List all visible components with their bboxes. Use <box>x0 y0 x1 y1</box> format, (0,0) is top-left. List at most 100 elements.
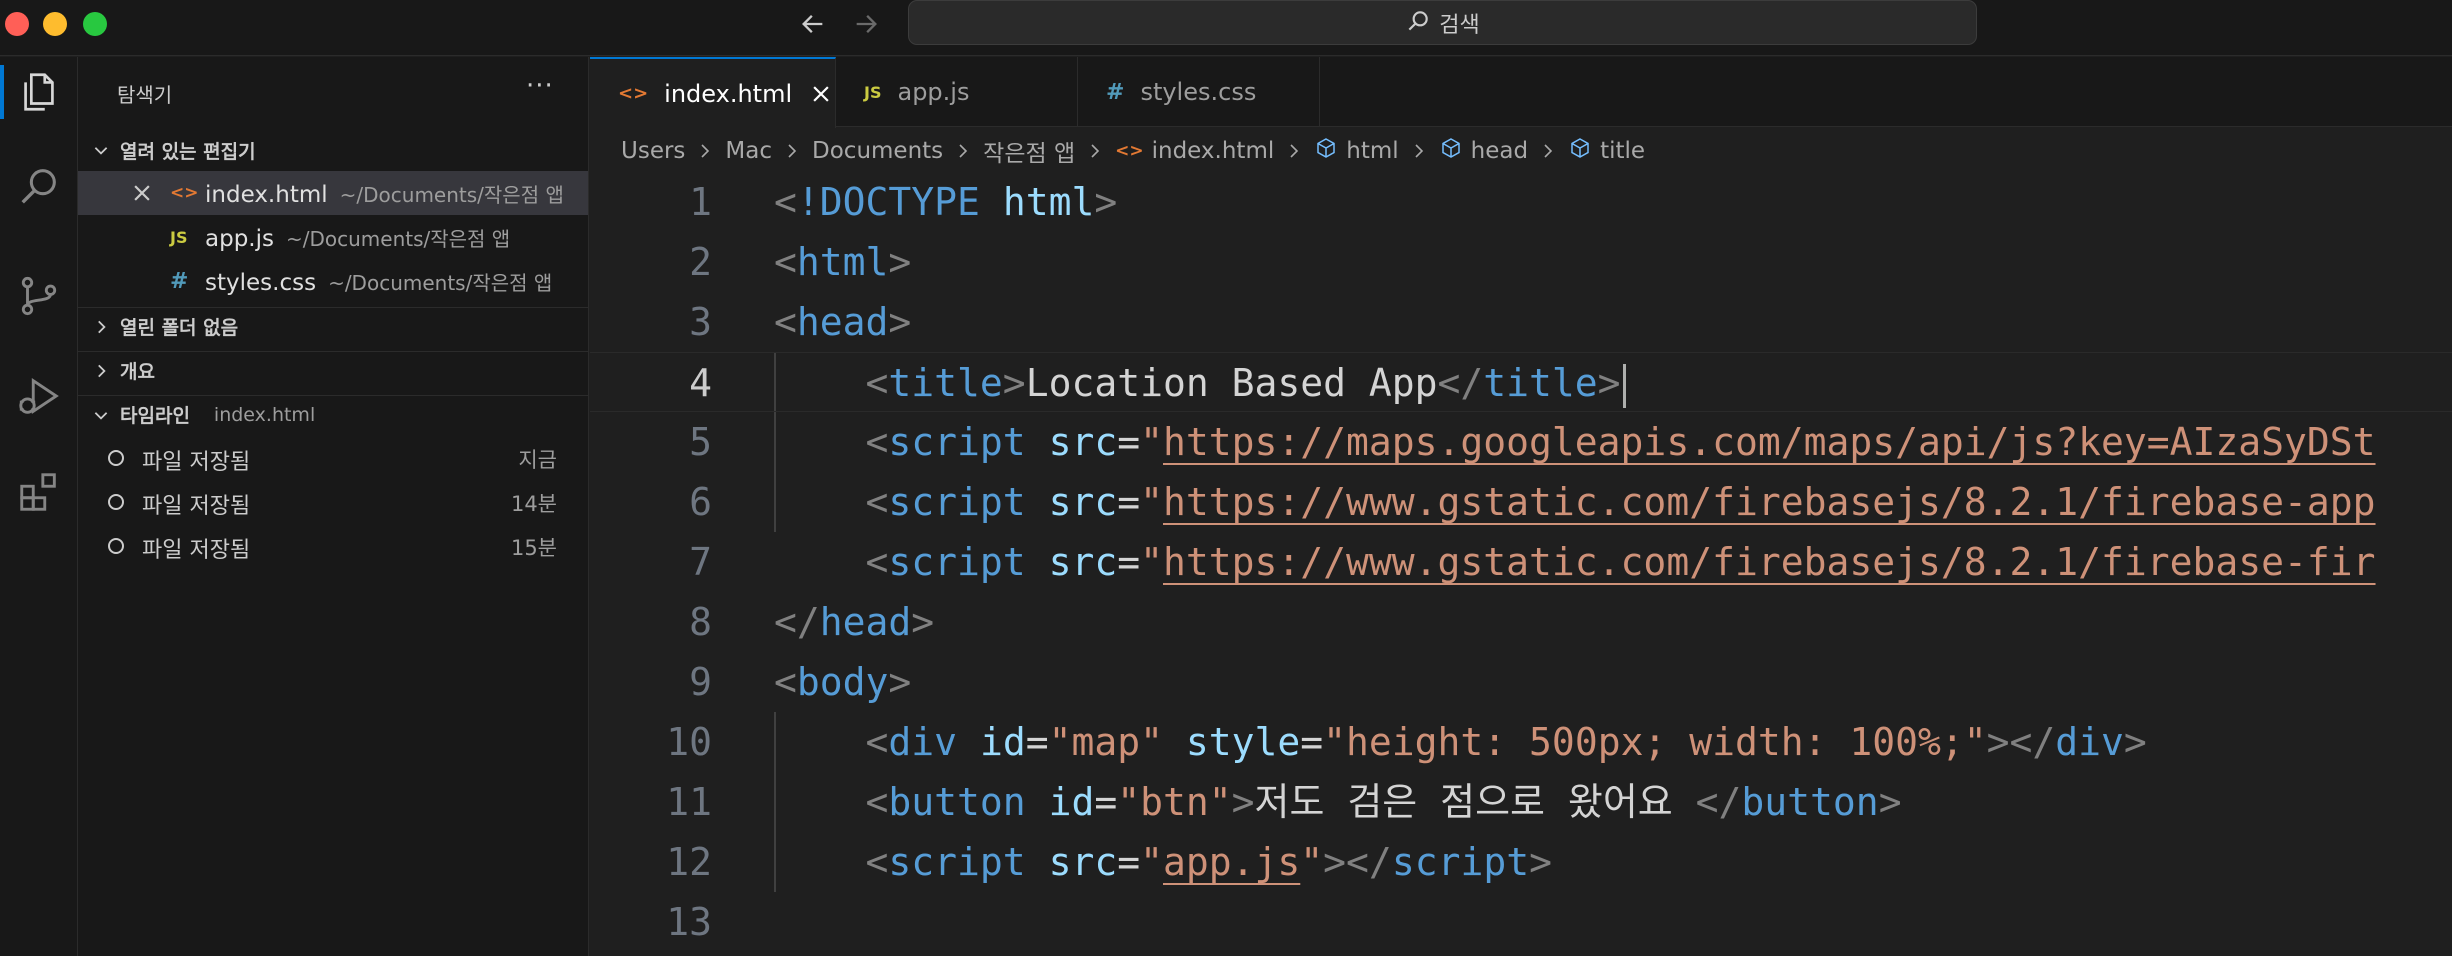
section-timeline[interactable]: 타임라인 index.html <box>78 395 588 433</box>
line-number: 4 <box>689 361 712 405</box>
code-line[interactable]: 5 <script src="https://maps.googleapis.c… <box>590 412 2452 472</box>
open-editor-item[interactable]: # styles.css ~/Documents/작은점 앱 <box>78 259 588 303</box>
line-number: 3 <box>689 300 712 344</box>
line-number: 7 <box>689 540 712 584</box>
search-icon <box>1405 8 1431 38</box>
tab-label: styles.css <box>1140 78 1257 106</box>
line-number: 1 <box>689 180 712 224</box>
sidebar-title: 탐색기 <box>117 83 173 107</box>
breadcrumb-item[interactable]: title <box>1568 136 1645 166</box>
breadcrumb-item[interactable]: head <box>1439 136 1528 166</box>
code-text: </head> <box>774 600 935 644</box>
run-debug-icon[interactable] <box>0 361 78 431</box>
code-line[interactable]: 2 <html> <box>590 232 2452 292</box>
breadcrumb-item[interactable]: <> index.html <box>1115 138 1274 164</box>
search-icon[interactable] <box>0 151 78 221</box>
breadcrumb-item[interactable]: Mac <box>725 138 772 164</box>
section-label: 열려 있는 편집기 <box>120 140 256 163</box>
timeline-item[interactable]: 파일 저장됨 15분 <box>78 524 588 568</box>
code-line[interactable]: 1 <!DOCTYPE html> <box>590 172 2452 232</box>
code-line[interactable]: 4 <title>Location Based App</title> <box>590 352 2452 412</box>
line-number: 5 <box>689 420 712 464</box>
code-line[interactable]: 11 <button id="btn">저도 검은 점으로 왔어요 </butt… <box>590 772 2452 832</box>
html-file-icon: <> <box>170 183 199 203</box>
line-number: 11 <box>666 780 712 824</box>
tab-app-js[interactable]: JS app.js <box>836 57 1078 127</box>
window-close-button[interactable] <box>5 12 29 36</box>
timeline-label: 파일 저장됨 <box>142 450 251 475</box>
tab-index-html[interactable]: <> index.html <box>590 57 836 128</box>
section-no-folder[interactable]: 열린 폴더 없음 <box>78 307 588 345</box>
line-number: 13 <box>666 900 712 944</box>
timeline-time: 지금 <box>518 448 557 472</box>
tab-label: app.js <box>897 78 970 106</box>
section-open-editors[interactable]: 열려 있는 편집기 <box>78 131 588 169</box>
text-cursor <box>1622 363 1626 408</box>
circle-icon <box>108 494 124 510</box>
window-maximize-button[interactable] <box>83 12 107 36</box>
breadcrumb-item[interactable]: html <box>1314 136 1399 166</box>
section-outline[interactable]: 개요 <box>78 351 588 389</box>
code-text: <button id="btn">저도 검은 점으로 왔어요 </button> <box>865 780 1902 824</box>
html-file-icon: <> <box>1115 141 1144 161</box>
code-text: <!DOCTYPE html> <box>774 180 1118 224</box>
code-line[interactable]: 10 <div id="map" style="height: 500px; w… <box>590 712 2452 772</box>
code-text: <title>Location Based App</title> <box>774 353 1626 413</box>
file-name: app.js <box>205 226 274 252</box>
code-text: <html> <box>774 240 912 284</box>
file-path: ~/Documents/작은점 앱 <box>339 183 564 207</box>
tab-label: index.html <box>664 79 793 108</box>
timeline-item[interactable]: 파일 저장됨 14분 <box>78 480 588 524</box>
html-file-icon: <> <box>618 83 649 104</box>
command-center-search[interactable]: 검색 <box>908 0 1977 45</box>
search-label: 검색 <box>1439 12 1480 38</box>
line-number: 6 <box>689 480 712 524</box>
title-bar: 검색 <box>0 0 2452 56</box>
section-label: 열린 폴더 없음 <box>120 317 239 339</box>
line-number: 9 <box>689 660 712 704</box>
breadcrumb-item[interactable]: Users <box>621 138 685 164</box>
breadcrumb-item[interactable]: 작은점 앱 <box>983 134 1075 168</box>
window-minimize-button[interactable] <box>43 12 67 36</box>
code-line[interactable]: 7 <script src="https://www.gstatic.com/f… <box>590 532 2452 592</box>
code-line[interactable]: 12 <script src="app.js"></script> <box>590 832 2452 892</box>
code-line[interactable]: 6 <script src="https://www.gstatic.com/f… <box>590 472 2452 532</box>
code-line[interactable]: 9 <body> <box>590 652 2452 712</box>
js-file-icon: JS <box>170 227 188 247</box>
breadcrumb-label: title <box>1600 138 1646 164</box>
line-number: 10 <box>666 720 712 764</box>
close-icon[interactable] <box>128 179 156 207</box>
file-path: ~/Documents/작은점 앱 <box>328 271 553 295</box>
cube-icon <box>1314 136 1338 166</box>
timeline-file: index.html <box>213 403 316 426</box>
editor-tab-bar: <> index.html JS app.js # styles.css <box>590 57 2452 128</box>
more-actions-icon[interactable]: ··· <box>526 71 554 101</box>
breadcrumb-item[interactable]: Documents <box>812 138 943 164</box>
css-file-icon: # <box>1106 79 1125 105</box>
circle-icon <box>108 450 124 466</box>
chevron-right-icon <box>697 143 713 159</box>
explorer-icon[interactable] <box>0 57 78 127</box>
timeline-item[interactable]: 파일 저장됨 지금 <box>78 436 588 480</box>
code-line[interactable]: 3 <head> <box>590 292 2452 352</box>
chevron-right-icon <box>82 318 120 336</box>
file-name: styles.css <box>205 270 317 296</box>
chevron-right-icon <box>1087 143 1103 159</box>
chevron-right-icon <box>1286 143 1302 159</box>
open-editor-item[interactable]: JS app.js ~/Documents/작은점 앱 <box>78 215 588 259</box>
source-control-icon[interactable] <box>0 261 78 331</box>
tab-styles-css[interactable]: # styles.css <box>1078 57 1320 127</box>
code-text: <script src="app.js"></script> <box>865 840 1552 884</box>
back-arrow-icon[interactable] <box>795 6 831 42</box>
forward-arrow-icon[interactable] <box>848 6 884 42</box>
close-icon[interactable] <box>810 83 832 105</box>
code-text: <body> <box>774 660 912 704</box>
open-editor-item[interactable]: <> index.html ~/Documents/작은점 앱 <box>78 171 588 215</box>
code-editor[interactable]: 1 <!DOCTYPE html> 2 <html> 3 <head> 4 <title>L… <box>590 172 2452 956</box>
code-line[interactable]: 8 </head> <box>590 592 2452 652</box>
section-label: 개요 <box>120 361 155 383</box>
breadcrumb-label: html <box>1346 138 1399 164</box>
code-line[interactable]: 13 <box>590 892 2452 952</box>
extensions-icon[interactable] <box>0 457 78 527</box>
code-text: <div id="map" style="height: 500px; widt… <box>865 720 2147 764</box>
